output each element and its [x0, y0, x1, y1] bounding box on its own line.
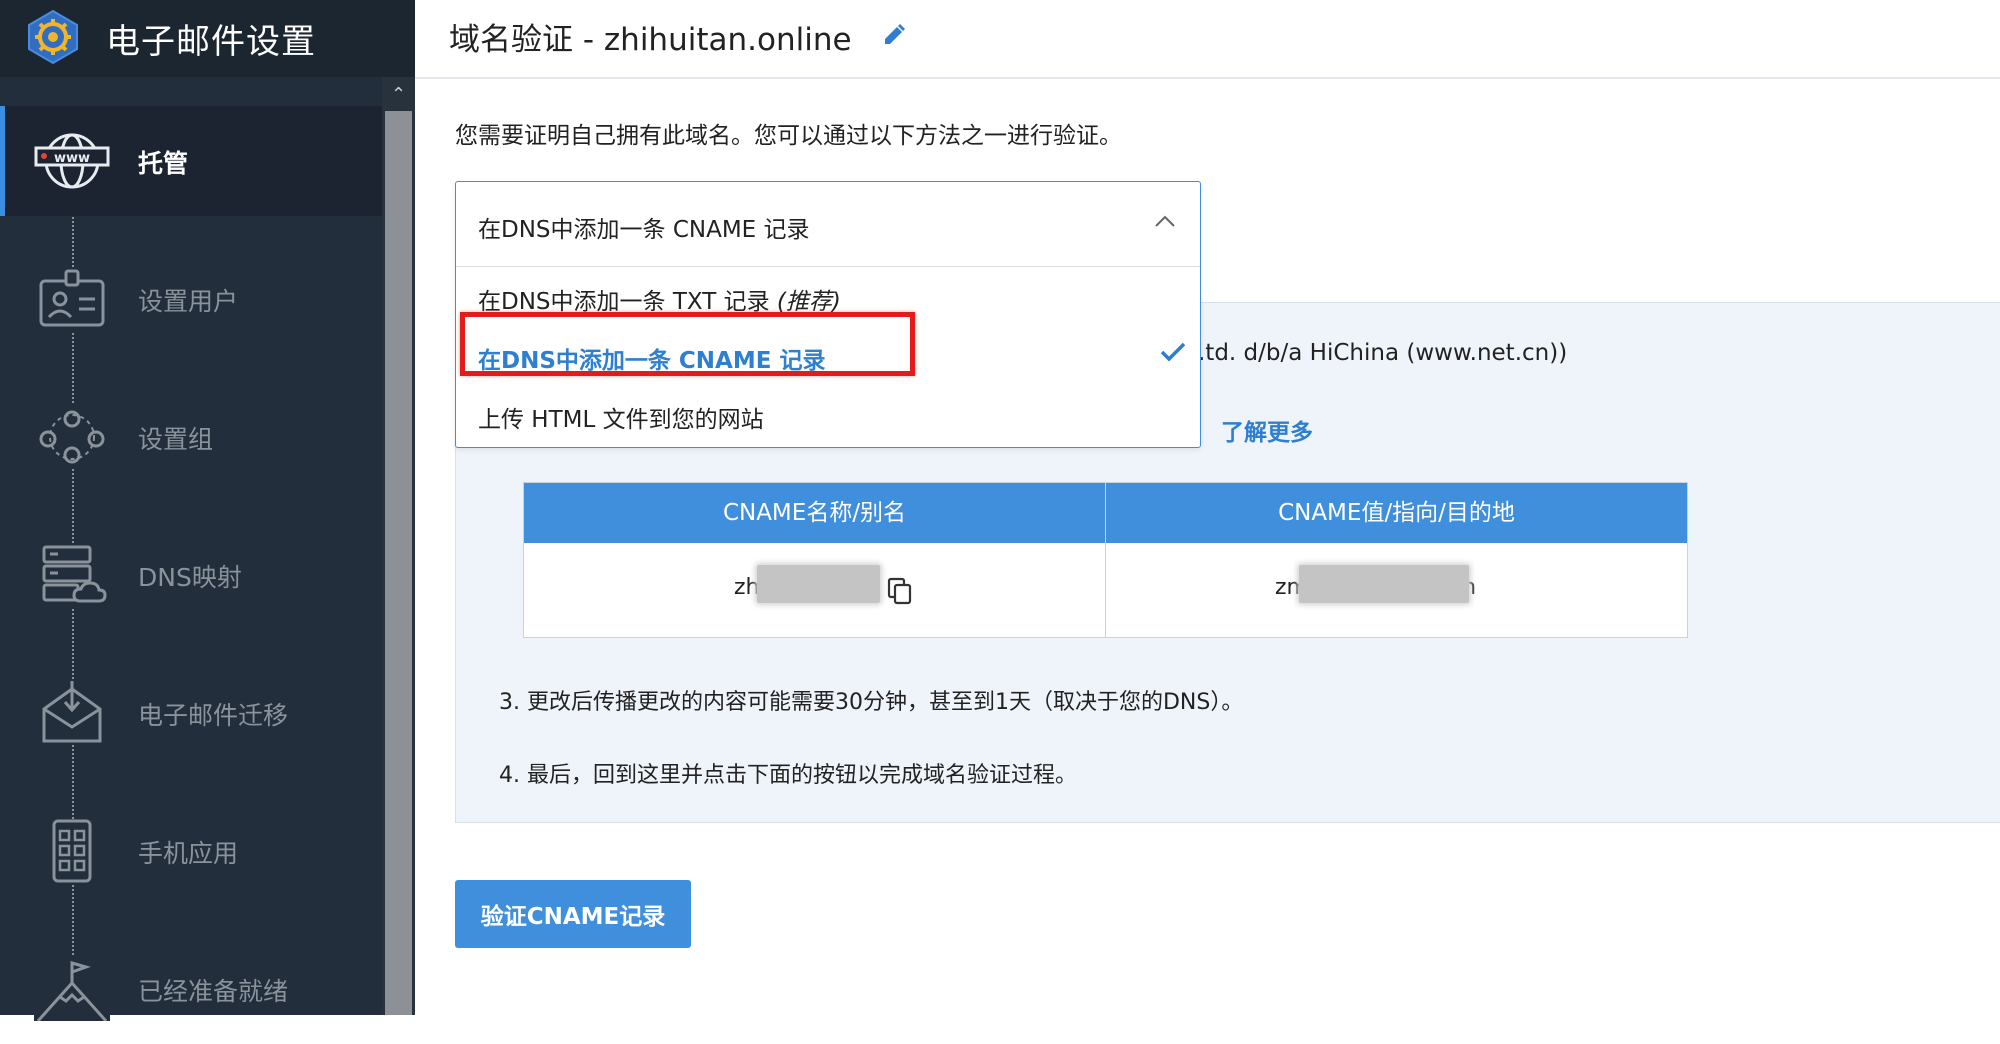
user-card-icon [34, 267, 110, 331]
annotation-highlight-box [460, 312, 915, 376]
intro-text: 您需要证明自己拥有此域名。您可以通过以下方法之一进行验证。 [455, 123, 1122, 149]
checkmark-icon [1160, 342, 1186, 362]
sidebar-item-label: 托管 [138, 149, 189, 178]
sidebar-item-mail-migration[interactable]: 电子邮件迁移 [0, 658, 382, 768]
svg-text:www: www [54, 151, 90, 166]
sidebar-item-hosting[interactable]: www 托管 [0, 106, 382, 216]
settings-gear-logo-icon [28, 9, 78, 65]
option-label: 上传 HTML 文件到您的网站 [478, 407, 764, 433]
option-label: 在DNS中添加一条 TXT 记录 (推荐) [478, 289, 841, 315]
table-header-cname-value: CNAME值/指向/目的地 [1106, 483, 1687, 543]
dropdown-selected-label: 在DNS中添加一条 CNAME 记录 [478, 217, 810, 243]
copy-icon[interactable] [887, 577, 913, 605]
scroll-up-arrow-icon[interactable]: ⌃ [382, 79, 415, 109]
table-cell-cname-name: zh [524, 543, 1105, 637]
sidebar-item-label: DNS映射 [138, 563, 242, 592]
mail-migration-icon [34, 681, 110, 745]
sidebar-item-mobile-app[interactable]: 手机应用 [0, 796, 382, 906]
sidebar: 电子邮件设置 www 托管 设置用户 设置组 DNS映射 电子邮件迁移 手机应用… [0, 0, 415, 1021]
dropdown-option-html[interactable]: 上传 HTML 文件到您的网站 [456, 386, 1200, 444]
sidebar-item-dns-mapping[interactable]: DNS映射 [0, 520, 382, 630]
sidebar-item-users[interactable]: 设置用户 [0, 244, 382, 354]
sidebar-item-label: 手机应用 [138, 839, 239, 868]
edit-pencil-icon[interactable] [879, 22, 907, 50]
sidebar-item-label: 已经准备就绪 [138, 977, 289, 1006]
sidebar-header: 电子邮件设置 [0, 0, 415, 77]
redacted-blur [757, 565, 880, 603]
page-title: 域名验证 - zhihuitan.online [449, 22, 852, 58]
table-cell-cname-value: zm .cn [1106, 543, 1687, 637]
sidebar-item-label: 设置组 [138, 425, 214, 454]
dns-provider-text: .td. d/b/a HiChina (www.net.cn)) [1198, 340, 1568, 366]
mobile-app-icon [34, 819, 110, 883]
cname-name-value: zh [734, 575, 760, 600]
page-header: 域名验证 - zhihuitan.online [415, 0, 2000, 79]
learn-more-link[interactable]: 了解更多 [1221, 413, 1313, 447]
globe-www-icon: www [34, 129, 110, 193]
sidebar-item-groups[interactable]: 设置组 [0, 382, 382, 492]
scrollbar-thumb[interactable] [385, 111, 412, 1015]
group-icon [34, 405, 110, 469]
server-cloud-icon [34, 543, 110, 607]
sidebar-item-label: 电子邮件迁移 [138, 701, 289, 730]
step-3-text: 3. 更改后传播更改的内容可能需要30分钟，甚至到1天（取决于您的DNS）。 [499, 690, 1244, 715]
step-4-text: 4. 最后，回到这里并点击下面的按钮以完成域名验证过程。 [499, 763, 1077, 788]
sidebar-scrollbar[interactable]: ⌃ [382, 77, 415, 1015]
redacted-blur [1299, 565, 1469, 603]
chevron-up-icon [1155, 215, 1175, 227]
dropdown-selected-value[interactable]: 在DNS中添加一条 CNAME 记录 [456, 182, 1200, 267]
mountain-flag-icon [34, 957, 110, 1021]
table-header-cname-name: CNAME名称/别名 [524, 483, 1105, 543]
cname-table: CNAME名称/别名 CNAME值/指向/目的地 zh zm .cn [523, 482, 1688, 638]
verify-cname-button[interactable]: 验证CNAME记录 [455, 880, 691, 948]
sidebar-item-label: 设置用户 [138, 287, 239, 316]
sidebar-item-ready[interactable]: 已经准备就绪 [0, 934, 382, 1044]
app-title: 电子邮件设置 [106, 22, 316, 62]
